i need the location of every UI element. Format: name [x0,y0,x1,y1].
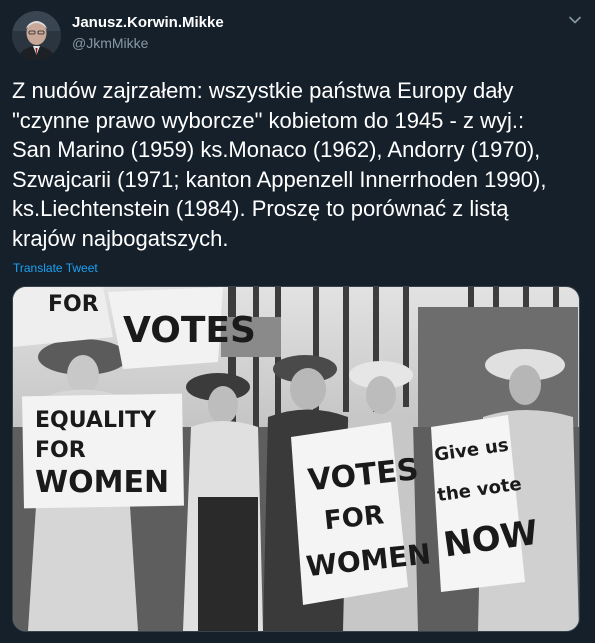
tweet-text-line: "czynne prawo wyborcze" kobietom do 1945… [12,107,525,133]
tweet-text-line: San Marino (1959) ks.Monaco (1962), Ando… [12,137,541,162]
avatar-portrait [12,11,61,60]
tweet: Janusz.Korwin.Mikke @JkmMikke Z nudów za… [0,0,595,643]
svg-text:FOR: FOR [323,500,386,536]
author-handle[interactable]: @JkmMikke [72,35,148,51]
tweet-text-line: krajów najbogatszych. [12,225,229,251]
tweet-menu-button[interactable] [565,10,585,30]
tweet-text-line: ks.Liechtenstein (1984). Proszę to porów… [12,196,509,221]
tweet-text-line: Z nudów zajrzałem: wszystkie państwa Eur… [12,78,514,103]
tweet-text-line: Szwajcarii (1971; kanton Appenzell Inner… [12,166,547,192]
svg-text:FOR: FOR [48,292,99,317]
svg-text:FOR: FOR [35,438,86,463]
author-display-name[interactable]: Janusz.Korwin.Mikke [72,14,224,31]
suffragette-photo: FOR VOTES EQUALITY FOR WOMEN VOTES FOR W… [13,287,579,631]
chevron-down-icon [569,16,581,24]
avatar[interactable] [12,11,61,60]
svg-text:EQUALITY: EQUALITY [35,408,157,433]
svg-text:VOTES: VOTES [123,310,256,351]
tweet-photo[interactable]: FOR VOTES EQUALITY FOR WOMEN VOTES FOR W… [12,286,580,632]
sign-equality: EQUALITY FOR WOMEN [22,393,184,509]
tweet-text: Z nudów zajrzałem: wszystkie państwa Eur… [12,76,587,253]
translate-tweet-link[interactable]: Translate Tweet [13,261,98,275]
svg-text:WOMEN: WOMEN [35,465,169,500]
